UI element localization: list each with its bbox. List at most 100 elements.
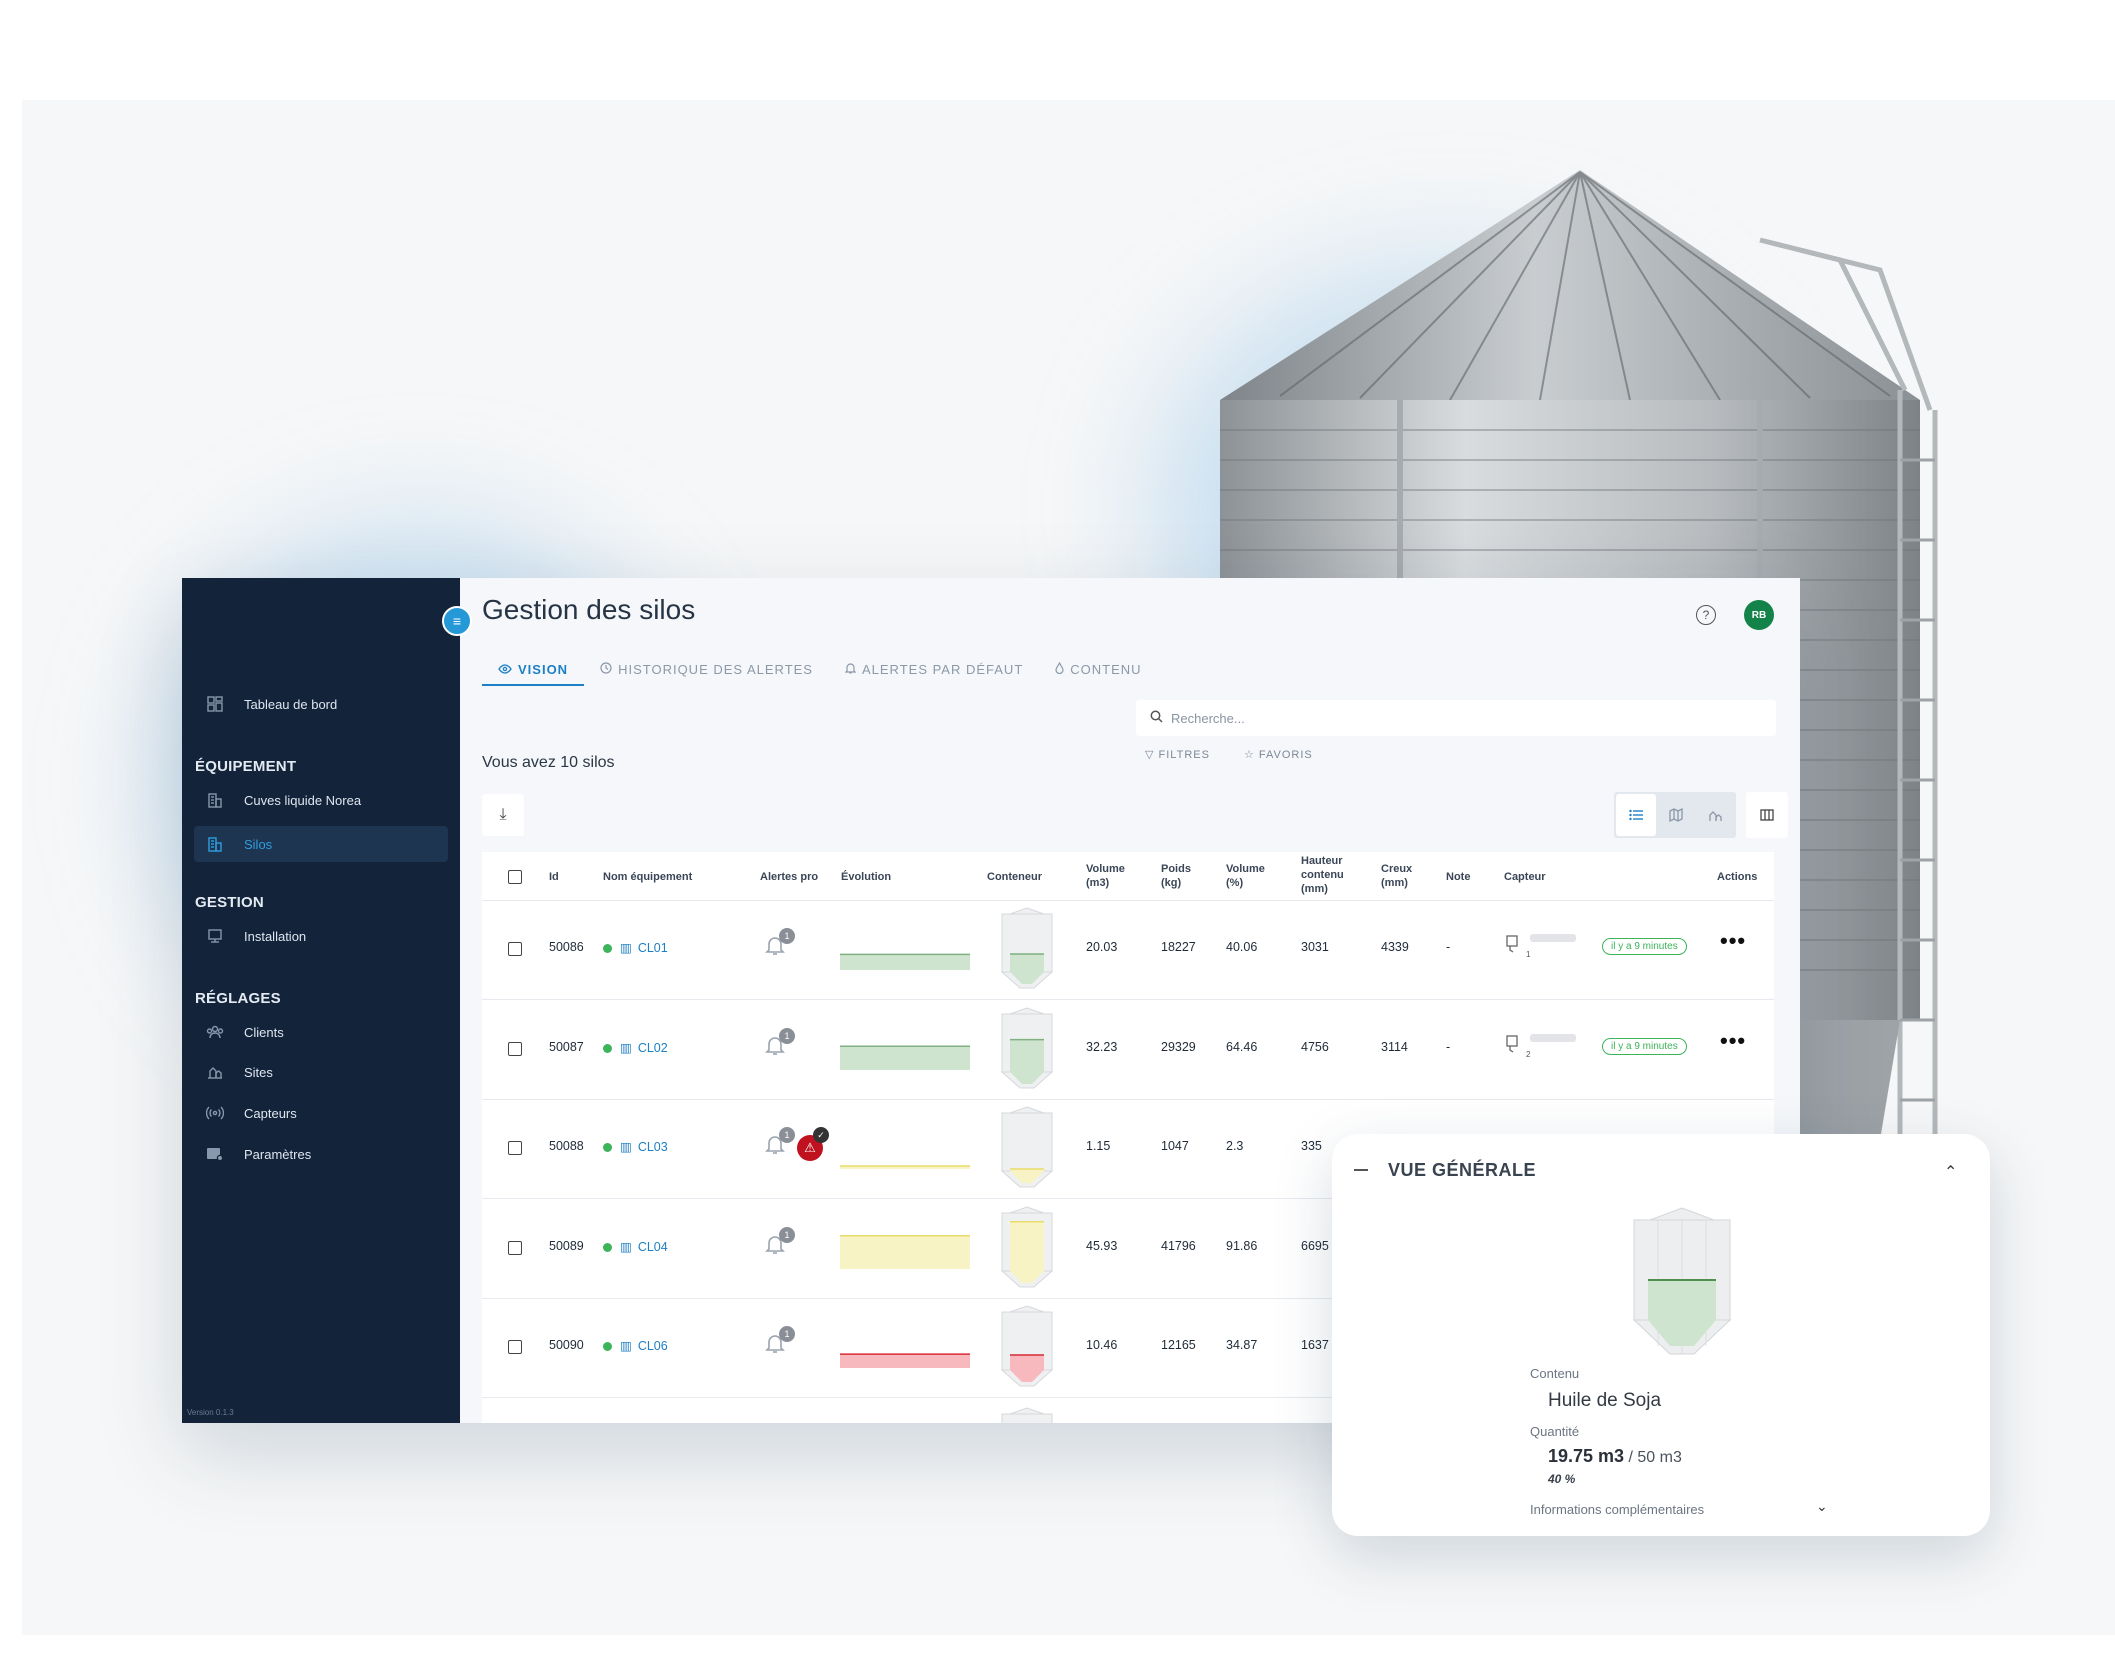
volume-percent: 91.86 <box>1226 1238 1258 1253</box>
map-icon <box>1669 808 1683 822</box>
sidebar-item-sites[interactable]: Sites <box>194 1054 448 1090</box>
favorites-button[interactable]: ☆ FAVORIS <box>1244 748 1313 761</box>
critical-alert-icon[interactable]: ⚠ ✓ <box>797 1127 829 1161</box>
sites-view-button[interactable] <box>1696 794 1736 836</box>
note: - <box>1446 940 1451 954</box>
column-header[interactable]: Nom équipement <box>603 870 692 884</box>
download-button[interactable]: ⤓ <box>482 794 524 836</box>
sensor-icon <box>204 1102 226 1124</box>
sensor-icon <box>1504 934 1524 958</box>
alert-bell-icon[interactable]: 1 <box>765 1027 795 1060</box>
sidebar-item-dashboard[interactable]: Tableau de bord <box>194 686 448 722</box>
sidebar-item-capteurs[interactable]: Capteurs <box>194 1095 448 1131</box>
search-field[interactable]: Recherche... <box>1136 700 1776 736</box>
column-header[interactable]: Volume (%) <box>1226 862 1276 890</box>
row-id: 50088 <box>549 1139 584 1153</box>
sensor-index: 2 <box>1526 1049 1531 1059</box>
table-row[interactable]: 50086 ▥ CL01 1 20.03 18227 40.06 3031 4339 - 1 il y… <box>482 900 1774 1000</box>
equipment-name: CL06 <box>637 1339 668 1353</box>
sidebar-item-cuves[interactable]: Cuves liquide Norea <box>194 782 448 818</box>
column-header[interactable]: Capteur <box>1504 870 1546 884</box>
evolution-area <box>840 1354 970 1368</box>
column-header[interactable]: Actions <box>1717 870 1757 884</box>
sidebar-toggle-button[interactable]: ≡ <box>442 606 472 636</box>
row-checkbox[interactable] <box>508 1141 522 1155</box>
quantity-line: 19.75 m3 / 50 m3 <box>1548 1446 1682 1467</box>
tab-label: VISION <box>518 661 569 677</box>
sidebar-item-clients[interactable]: Clients <box>194 1014 448 1050</box>
alert-bell-icon[interactable]: 1 <box>765 928 795 960</box>
list-view-button[interactable] <box>1616 794 1656 836</box>
equipment-name-link[interactable]: ▥ CL02 <box>603 1040 668 1055</box>
sidebar-item-label: Clients <box>244 1024 284 1040</box>
column-header[interactable]: Alertes pro <box>760 870 818 884</box>
equipment-name-link[interactable]: ▥ CL03 <box>603 1139 668 1154</box>
sidebar-item-parametres[interactable]: Paramètres <box>194 1136 448 1172</box>
column-header[interactable]: Poids (kg) <box>1161 862 1201 890</box>
row-checkbox[interactable] <box>508 1240 522 1255</box>
tab-vision[interactable]: VISION <box>482 654 585 686</box>
column-header[interactable]: Creux (mm) <box>1381 862 1421 890</box>
tab-historique[interactable]: HISTORIQUE DES ALERTES <box>584 654 829 684</box>
map-view-button[interactable] <box>1656 794 1696 836</box>
equipment-name-link[interactable]: ▥ CL06 <box>603 1338 668 1353</box>
avatar[interactable]: RB <box>1744 600 1774 630</box>
equipment-name: CL02 <box>637 1040 668 1055</box>
silo-count: Vous avez 10 silos <box>482 754 615 771</box>
overview-title: VUE GÉNÉRALE <box>1388 1160 1537 1180</box>
volume-m3: 32.23 <box>1086 1039 1118 1054</box>
quantity-total: / 50 m3 <box>1628 1449 1682 1466</box>
row-checkbox[interactable] <box>508 942 522 956</box>
column-header[interactable]: Note <box>1446 870 1470 884</box>
sidebar-item-label: Paramètres <box>244 1146 312 1162</box>
download-icon: ⤓ <box>499 806 507 823</box>
equipment-name-link[interactable]: ▥ CL04 <box>603 1239 668 1254</box>
favorites-label: FAVORIS <box>1258 749 1313 761</box>
content-height: 1637 <box>1301 1338 1329 1352</box>
row-id: 50086 <box>549 940 584 954</box>
chevron-up-icon[interactable]: ⌃ <box>1944 1162 1957 1182</box>
hollow-mm: 3114 <box>1381 1039 1408 1054</box>
equipment-name-link[interactable]: ▥ CL01 <box>603 940 668 955</box>
column-header[interactable]: Id <box>549 870 559 884</box>
table-row[interactable]: 50087 ▥ CL02 1 32.23 29329 64.46 4756 3114 - 2 il y… <box>482 1000 1774 1100</box>
page-title: Gestion des silos <box>482 594 696 625</box>
volume-percent: 2.3 <box>1226 1139 1244 1153</box>
more-actions-button[interactable]: ••• <box>1720 928 1746 954</box>
alert-bell-icon[interactable]: 1 <box>765 1226 795 1259</box>
monitor-icon <box>204 925 226 947</box>
column-header[interactable]: Évolution <box>841 870 891 884</box>
alert-bell-icon[interactable]: 1 <box>765 1326 795 1358</box>
sidebar-item-silos[interactable]: Silos <box>194 826 448 862</box>
columns-icon <box>1760 809 1774 821</box>
drop-icon <box>1055 661 1064 677</box>
building-icon: ▥ <box>620 1339 632 1353</box>
more-actions-button[interactable]: ••• <box>1720 1028 1746 1054</box>
tab-bar: VISION HISTORIQUE DES ALERTES ALERTES PA… <box>482 654 1158 686</box>
row-id: 50090 <box>549 1338 584 1352</box>
minus-icon[interactable] <box>1354 1169 1368 1171</box>
sidebar-item-installation[interactable]: Installation <box>194 918 448 954</box>
tab-alertes-defaut[interactable]: ALERTES PAR DÉFAUT <box>829 654 1039 684</box>
columns-button[interactable] <box>1746 792 1788 838</box>
alert-bell-icon[interactable]: 1 <box>765 1127 795 1159</box>
sites-icon <box>204 1061 226 1083</box>
column-header[interactable]: Hauteur contenu (mm) <box>1301 854 1353 896</box>
column-header[interactable]: Volume (m3) <box>1086 862 1134 890</box>
filters-button[interactable]: ▽ FILTRES <box>1145 748 1210 761</box>
column-header[interactable]: Conteneur <box>987 870 1042 884</box>
row-checkbox[interactable] <box>508 1041 522 1056</box>
chevron-down-icon[interactable]: ⌄ <box>1816 1498 1828 1515</box>
select-all-checkbox[interactable] <box>508 870 522 884</box>
eye-icon <box>498 662 512 677</box>
more-info-toggle[interactable]: Informations complémentaires <box>1530 1502 1704 1517</box>
tab-contenu[interactable]: CONTENU <box>1039 654 1157 684</box>
content-height: 4756 <box>1301 1039 1329 1054</box>
last-seen-badge: il y a 9 minutes <box>1602 1037 1687 1055</box>
building-icon <box>204 789 226 811</box>
question-circle-icon[interactable]: ? <box>1696 605 1716 625</box>
status-dot <box>603 1043 612 1053</box>
evolution-sparkline <box>840 953 970 970</box>
quantity-percent: 40 % <box>1548 1472 1576 1486</box>
row-checkbox[interactable] <box>508 1340 522 1354</box>
